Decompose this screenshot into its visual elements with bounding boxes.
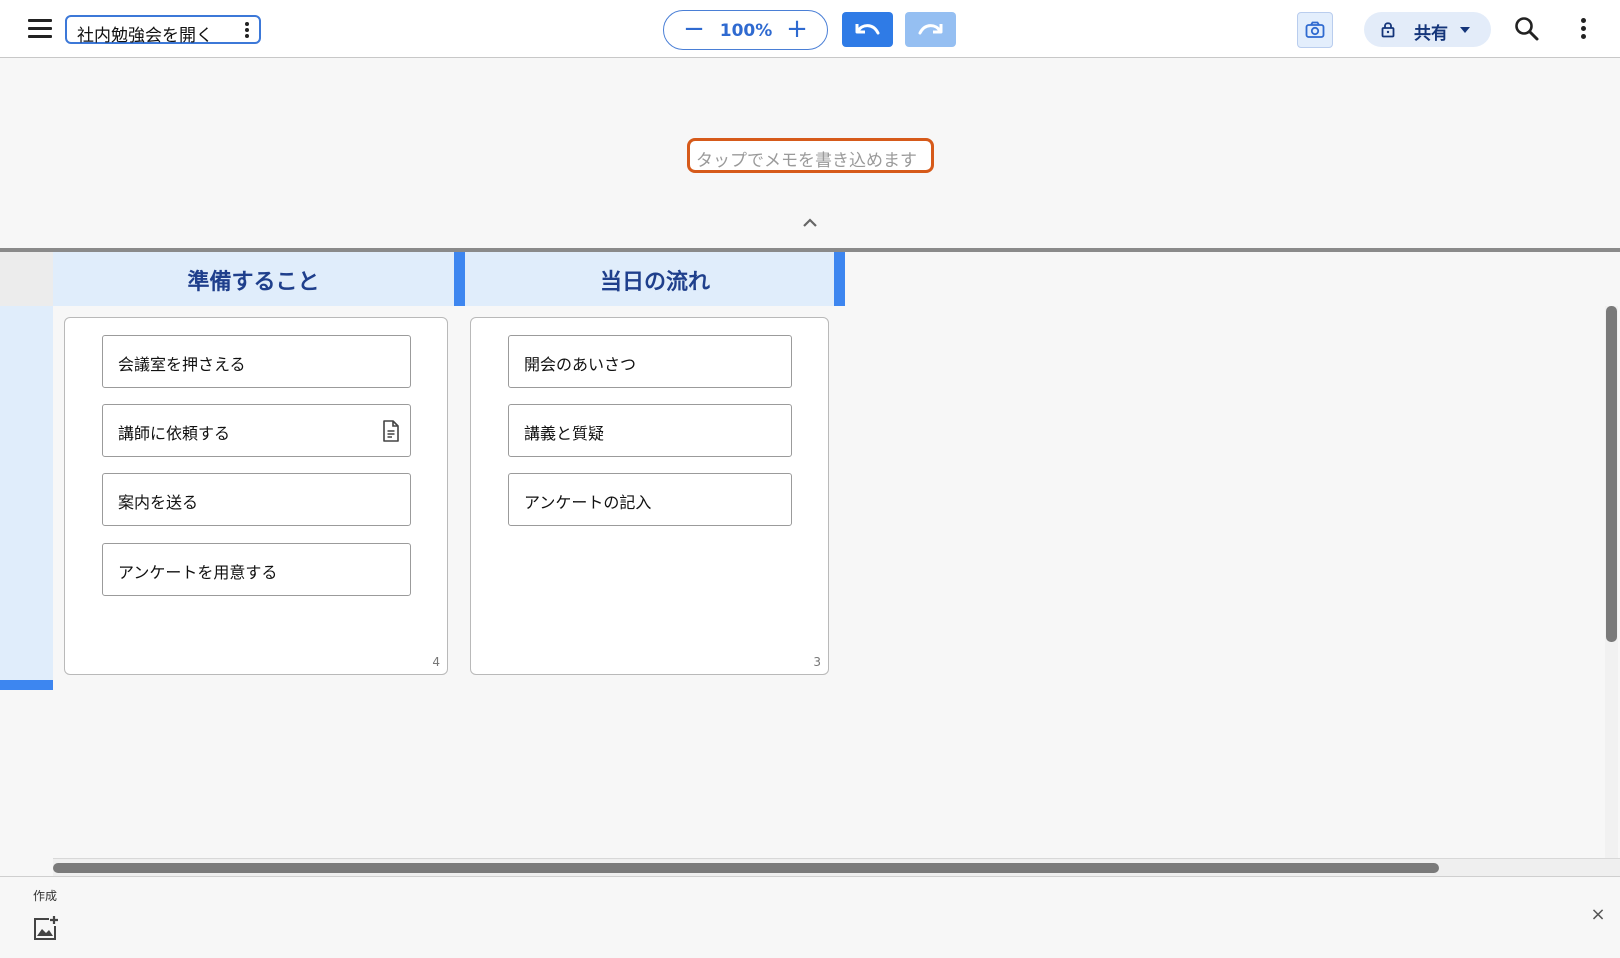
column-resize-handle[interactable] [834, 252, 845, 306]
card-label: 会議室を押さえる [118, 355, 246, 374]
card[interactable]: 講義と質疑 [508, 404, 792, 457]
hamburger-menu-icon[interactable] [24, 16, 56, 42]
card[interactable]: 開会のあいさつ [508, 335, 792, 388]
undo-button[interactable] [842, 12, 893, 47]
card[interactable]: アンケートを用意する [102, 543, 411, 596]
close-icon[interactable]: × [1590, 906, 1606, 924]
memo-area: タップでメモを書き込めます [0, 58, 1620, 248]
card-label: 開会のあいさつ [524, 355, 637, 374]
memo-input[interactable]: タップでメモを書き込めます [687, 138, 934, 173]
chevron-down-icon [1460, 27, 1470, 33]
card-group[interactable]: 開会のあいさつ 講義と質疑 アンケートの記入 3 [470, 317, 829, 675]
chevron-up-icon [803, 218, 817, 227]
board-title-field[interactable]: 社内勉強会を開く [65, 15, 261, 46]
memo-placeholder: タップでメモを書き込めます [696, 151, 917, 171]
camera-icon [1305, 21, 1325, 38]
document-icon [383, 420, 399, 442]
share-button[interactable]: 共有 [1364, 12, 1491, 47]
more-vertical-icon[interactable] [240, 20, 254, 40]
card-label: アンケートを用意する [118, 563, 278, 582]
create-panel: 作成 × [0, 876, 1620, 958]
zoom-in-button[interactable]: + [783, 16, 811, 44]
card-label: 案内を送る [118, 493, 199, 512]
column-title: 準備すること [187, 270, 320, 295]
card[interactable]: 案内を送る [102, 473, 411, 526]
zoom-out-button[interactable]: − [680, 16, 708, 44]
card[interactable]: 会議室を押さえる [102, 335, 411, 388]
column-header[interactable]: 当日の流れ [465, 252, 845, 306]
card-label: 講師に依頼する [118, 424, 231, 443]
undo-icon [855, 24, 880, 35]
zoom-level[interactable]: 100% [712, 21, 780, 41]
row-header[interactable] [0, 306, 53, 680]
top-toolbar: 社内勉強会を開く − 100% + 共有 [0, 0, 1620, 58]
more-vertical-icon[interactable] [1574, 17, 1592, 43]
lock-icon [1381, 22, 1395, 38]
add-image-icon [34, 916, 58, 940]
column-resize-handle[interactable] [454, 252, 465, 306]
card-count: 3 [813, 655, 821, 669]
card-group[interactable]: 会議室を押さえる 講師に依頼する 案内を送る アンケートを用意する 4 [64, 317, 448, 675]
card[interactable]: 講師に依頼する [102, 404, 411, 457]
board-title: 社内勉強会を開く [77, 26, 213, 46]
search-button[interactable] [1514, 16, 1542, 44]
collapse-memo-button[interactable] [802, 214, 818, 227]
horizontal-scrollbar[interactable] [53, 863, 1439, 873]
redo-icon [918, 24, 943, 35]
add-image-button[interactable] [32, 914, 60, 942]
card-label: 講義と質疑 [524, 424, 605, 443]
redo-button[interactable] [905, 12, 956, 47]
row-header-corner [0, 252, 53, 306]
create-label: 作成 [33, 889, 58, 903]
share-label: 共有 [1414, 24, 1448, 44]
camera-button[interactable] [1297, 12, 1333, 48]
card[interactable]: アンケートの記入 [508, 473, 792, 526]
column-header[interactable]: 準備すること [53, 252, 454, 306]
vertical-scrollbar[interactable] [1606, 306, 1617, 642]
column-title: 当日の流れ [599, 270, 710, 295]
card-label: アンケートの記入 [524, 493, 652, 512]
row-resize-handle[interactable] [0, 680, 53, 690]
card-count: 4 [432, 655, 440, 669]
search-icon [1515, 17, 1539, 41]
zoom-control: − 100% + [663, 10, 828, 50]
